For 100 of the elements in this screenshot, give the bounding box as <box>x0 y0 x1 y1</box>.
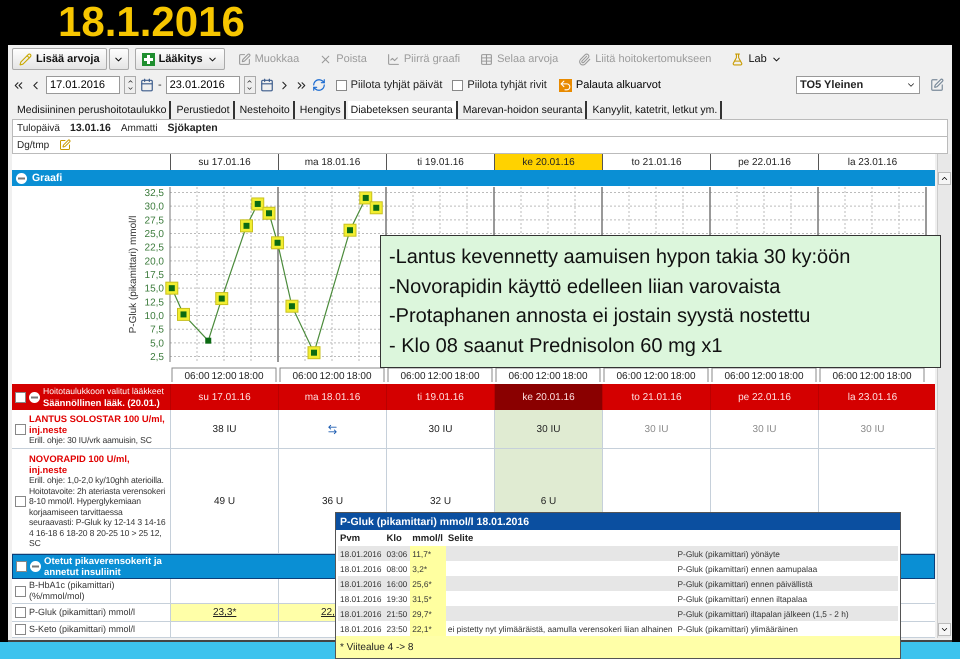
note-line: -Protaphanen annosta ei jostain syystä nostettu <box>389 304 812 330</box>
spinner-icon[interactable] <box>124 76 136 94</box>
data-point[interactable] <box>285 300 298 313</box>
data-point[interactable] <box>205 338 212 344</box>
collapse-button[interactable] <box>29 392 40 402</box>
date-field[interactable]: 23.01.2016 <box>166 76 240 94</box>
data-point[interactable] <box>359 191 372 204</box>
table-cell: 08:00 <box>384 561 410 576</box>
toolbar-dropdown[interactable]: Lab <box>724 48 789 70</box>
scrollbar[interactable] <box>937 154 951 638</box>
note-line: -Lantus kevennetty aamuisen hypon takia 30 ky:öön <box>389 244 852 270</box>
dropdown-button[interactable] <box>108 48 129 70</box>
plus-icon <box>142 52 155 66</box>
toolbar-button[interactable]: Lisää arvoja <box>12 48 107 70</box>
slide-title: 18.1.2016 <box>58 0 245 44</box>
checkbox[interactable] <box>16 561 27 572</box>
section-title: Hoitotaulukkoon valitut lääkkeet <box>43 386 164 396</box>
table-cell: P-Gluk (pikamittari) ennen päivällistä <box>676 576 898 591</box>
table-cell: 19:30 <box>384 591 410 606</box>
field-label: Dg/tmp <box>17 140 50 150</box>
data-point[interactable] <box>165 282 178 295</box>
note-line: -Novorapidin käyttö edelleen liian varovaista <box>389 274 782 300</box>
reset-button[interactable]: Palauta alkuarvot <box>554 78 665 92</box>
checkbox[interactable] <box>336 80 347 90</box>
checkbox[interactable] <box>15 624 26 635</box>
section-title: Graafi <box>32 172 62 184</box>
column-header: mmol/l <box>411 532 444 546</box>
data-point[interactable] <box>262 206 276 220</box>
axis-tick-label: 2,5 <box>150 352 164 364</box>
data-point[interactable] <box>271 236 284 250</box>
data-point[interactable] <box>177 308 190 321</box>
axis-tick-label: 06:00 <box>292 371 318 382</box>
edit-icon[interactable] <box>930 78 944 92</box>
column-header: Klo <box>386 532 403 546</box>
axis-tick-label: 17,5 <box>144 270 164 281</box>
spinner-icon[interactable] <box>244 76 256 94</box>
calendar-icon[interactable] <box>140 78 154 92</box>
tab[interactable]: Diabeteksen seuranta <box>348 101 458 119</box>
table-cell: 25,6* <box>410 576 446 591</box>
toolbar-dropdown[interactable]: Lääkitys <box>134 48 225 70</box>
axis-tick-label: 18:00 <box>778 371 804 382</box>
scroll-down-button[interactable] <box>938 623 951 636</box>
field-label: Ammatti <box>120 122 158 134</box>
table-cell: 21:50 <box>384 606 410 621</box>
axis-tick-label: 7,5 <box>150 324 164 336</box>
date-field[interactable]: 17.01.2016 <box>46 76 120 94</box>
value-link[interactable]: 22, <box>321 607 335 618</box>
chart-icon <box>386 52 400 66</box>
day-header[interactable]: ke 20.01.16 <box>494 154 602 170</box>
collapse-button[interactable] <box>30 561 41 572</box>
axis-tick-label: 12:00 <box>643 371 669 382</box>
edit-icon[interactable] <box>59 139 72 151</box>
table-cell: 18.01.2016 <box>338 576 385 591</box>
axis-tick-label: 06:00 <box>400 371 426 382</box>
data-point[interactable] <box>240 219 253 232</box>
axis-tick-label: 18:00 <box>238 371 264 382</box>
checkbox[interactable] <box>15 586 26 596</box>
data-point[interactable] <box>308 346 320 360</box>
axis-tick-label: 27,5 <box>144 215 164 226</box>
minus-icon <box>31 394 38 400</box>
checkbox[interactable] <box>15 496 26 506</box>
table-cell: P-Gluk (pikamittari) iltapalan jälkeen (1,5 - 2 h) <box>676 606 898 621</box>
data-point[interactable] <box>370 201 383 214</box>
chevron-down-icon <box>940 625 949 634</box>
checkbox-label: Piilota tyhjät rivit <box>467 79 547 91</box>
data-point[interactable] <box>251 197 264 210</box>
field-label: Tulopäivä <box>17 122 60 134</box>
section-title: Otetut pikaverensokerit ja annetut insuliinit <box>44 556 163 578</box>
table-cell: 16:00 <box>384 576 410 591</box>
column-header: Selite <box>446 532 474 546</box>
table-cell: 11,7* <box>410 546 446 561</box>
drug-instructions: Erill. ohje: 1,0-2,0 ky/10ghh aterioilla. Hoitotavoite: 2h ateriasta verensokeri 8-10 mmol/l. Hyperglykemiaan korjaamiseen tarvittaessa seuraavasti: P-Gluk ky 12-14 3 14-16 4 16-18 6 18-20 8 20-25 10 > 25 12, SC <box>29 475 166 549</box>
minus-icon <box>18 174 25 182</box>
axis-tick-label: 12,5 <box>144 297 164 308</box>
data-point[interactable] <box>344 224 356 237</box>
axis-tick-label: 18:00 <box>886 371 912 382</box>
calendar-icon[interactable] <box>260 78 274 92</box>
data-point[interactable] <box>215 292 228 306</box>
scroll-up-button[interactable] <box>938 172 951 185</box>
measurement-name: S-Keto (pikamittari) mmol/l <box>29 624 136 635</box>
axis-tick-label: 25,0 <box>144 228 164 240</box>
refresh-icon[interactable] <box>312 78 326 92</box>
field-value: Sjökapten <box>168 122 218 134</box>
view-select[interactable]: TO5 Yleinen <box>796 76 920 94</box>
axis-tick-label: 12:00 <box>859 371 885 382</box>
popup-title: P-Gluk (pikamittari) mmol/l 18.01.2016 <box>336 513 900 530</box>
axis-tick-label: 20,0 <box>144 256 164 268</box>
checkbox[interactable] <box>452 80 464 90</box>
checkbox[interactable] <box>15 392 26 402</box>
value-link[interactable]: 23,3* <box>213 607 236 618</box>
minus-icon <box>32 563 39 570</box>
table-cell: 30 IU <box>494 410 602 448</box>
table-cell: 18.01.2016 <box>338 606 385 621</box>
checkbox[interactable] <box>15 424 26 434</box>
axis-tick-label: 5,0 <box>150 338 164 350</box>
day-header[interactable]: ke 20.01.16 <box>494 384 602 410</box>
collapse-button[interactable] <box>16 172 27 184</box>
column-header: Pvm <box>339 532 362 546</box>
table-cell: 31,5* <box>410 591 446 606</box>
checkbox[interactable] <box>15 607 26 618</box>
